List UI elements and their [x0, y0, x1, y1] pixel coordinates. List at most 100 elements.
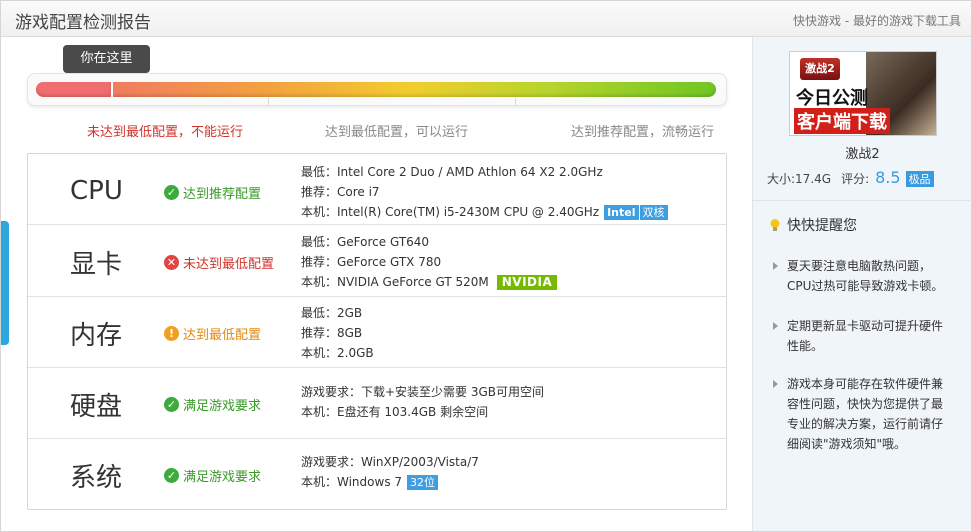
spec-line-text: 推荐：GeForce GTX 780: [301, 255, 442, 269]
category-label: 系统: [70, 463, 123, 493]
bits-badge: 32位: [407, 474, 439, 490]
tip-text: 夏天要注意电脑散热问题，CPU过热可能导致游戏卡顿。: [787, 259, 944, 293]
status-label: 满足游戏要求: [183, 470, 262, 485]
status-label: 未达到最低配置: [183, 257, 275, 272]
status-label: 满足游戏要求: [183, 399, 262, 414]
report-window: 游戏配置检测报告 快快游戏 - 最好的游戏下载工具 你在这里 未达到最低配置，不…: [0, 0, 972, 532]
page-title: 游戏配置检测报告: [15, 13, 151, 33]
game-logo: 激战2: [800, 58, 840, 80]
tips-title: 快快提醒您: [769, 215, 857, 235]
current-level-marker: [111, 80, 113, 99]
you-are-here-bubble: 你在这里: [63, 45, 150, 73]
game-name[interactable]: 激战2: [753, 143, 972, 162]
status-badge: ✓ 满足游戏要求: [164, 395, 261, 414]
spec-line-text: 游戏要求：WinXP/2003/Vista/7: [301, 455, 479, 469]
tip-text: 定期更新显卡驱动可提升硬件性能。: [787, 319, 944, 353]
bullet-arrow-icon: [773, 262, 778, 270]
status-badge: ! 达到最低配置: [164, 324, 261, 343]
side-feedback-tab[interactable]: [1, 221, 9, 345]
right-sidebar: 激战2 今日公测 客户端下载 激战2 大小:17.4G 评分: 8.5 极品 快…: [752, 37, 972, 531]
category-label: CPU: [70, 176, 123, 206]
spec-line: 本机：NVIDIA GeForce GT 520M NVIDIA: [301, 272, 558, 292]
rating-label: 评分:: [841, 172, 870, 186]
spec-table: CPU ✓ 达到推荐配置 最低：Intel Core 2 Duo / AMD A…: [27, 153, 727, 510]
spec-line: 游戏要求：下载+安装至少需要 3GB可用空间: [301, 382, 544, 402]
warning-icon: !: [164, 326, 179, 341]
spec-row-disk: 硬盘 ✓ 满足游戏要求 游戏要求：下载+安装至少需要 3GB可用空间 本机：E盘…: [28, 368, 726, 439]
spec-line: 本机：Intel(R) Core(TM) i5-2430M CPU @ 2.40…: [301, 202, 668, 222]
spec-line-text: 推荐：Core i7: [301, 185, 380, 199]
spec-row-cpu: CPU ✓ 达到推荐配置 最低：Intel Core 2 Duo / AMD A…: [28, 154, 726, 225]
spec-line: 推荐：8GB: [301, 323, 374, 343]
tip-item: 游戏本身可能存在软件硬件兼容性问题，快快为您提供了最专业的解决方案，运行前请仔细…: [773, 374, 953, 454]
category-label: 内存: [70, 321, 123, 351]
game-meta: 大小:17.4G 评分: 8.5 极品: [767, 168, 934, 187]
bullet-arrow-icon: [773, 380, 778, 388]
tips-title-label: 快快提醒您: [787, 218, 857, 234]
spec-row-gpu: 显卡 ✕ 未达到最低配置 最低：GeForce GT640 推荐：GeForce…: [28, 226, 726, 297]
cross-icon: ✕: [164, 255, 179, 270]
config-level-bar: [27, 73, 727, 106]
spec-line-text: 推荐：8GB: [301, 326, 363, 340]
level-tick: [515, 98, 516, 106]
spec-details: 最低：GeForce GT640 推荐：GeForce GTX 780 本机：N…: [301, 232, 558, 292]
ad-headline: 今日公测: [796, 88, 868, 109]
check-icon: ✓: [164, 185, 179, 200]
rating-value: 8.5: [875, 168, 901, 187]
bullet-arrow-icon: [773, 322, 778, 330]
level-label-minimum: 达到最低配置，可以运行: [325, 125, 469, 140]
status-badge: ✓ 达到推荐配置: [164, 183, 261, 202]
nvidia-logo: NVIDIA: [496, 274, 558, 290]
tip-item: 夏天要注意电脑散热问题，CPU过热可能导致游戏卡顿。: [773, 256, 953, 296]
status-badge: ✕ 未达到最低配置: [164, 253, 274, 272]
check-icon: ✓: [164, 468, 179, 483]
category-label: 显卡: [70, 250, 123, 280]
intel-badge: Intel: [604, 204, 639, 220]
game-ad-banner[interactable]: 激战2 今日公测 客户端下载: [789, 51, 937, 136]
status-label: 达到最低配置: [183, 328, 262, 343]
spec-line: 最低：GeForce GT640: [301, 232, 557, 252]
category-label: 硬盘: [70, 392, 123, 422]
spec-line-text: 本机：Intel(R) Core(TM) i5-2430M CPU @ 2.40…: [301, 205, 600, 219]
lightbulb-icon: [770, 218, 780, 231]
cores-badge: 双核: [639, 204, 668, 220]
spec-details: 游戏要求：下载+安装至少需要 3GB可用空间 本机：E盘还有 103.4GB 剩…: [301, 382, 544, 422]
spec-line-text: 游戏要求：下载+安装至少需要 3GB可用空间: [301, 385, 545, 399]
spec-line: 推荐：GeForce GTX 780: [301, 252, 557, 272]
divider: [753, 200, 972, 201]
rating-badge: 极品: [905, 171, 934, 187]
level-gradient-track: [36, 82, 716, 97]
spec-line: 最低：2GB: [301, 303, 374, 323]
status-label: 达到推荐配置: [183, 187, 262, 202]
spec-row-os: 系统 ✓ 满足游戏要求 游戏要求：WinXP/2003/Vista/7 本机：W…: [28, 439, 726, 510]
spec-line: 本机：2.0GB: [301, 343, 374, 363]
header-slogan[interactable]: 快快游戏 - 最好的游戏下载工具: [793, 12, 961, 29]
spec-line-text: 最低：Intel Core 2 Duo / AMD Athlon 64 X2 2…: [301, 165, 603, 179]
current-level-fill: [36, 82, 111, 97]
spec-line-text: 本机：E盘还有 103.4GB 剩余空间: [301, 405, 489, 419]
spec-line-text: 本机：2.0GB: [301, 346, 374, 360]
header-bar: 游戏配置检测报告 快快游戏 - 最好的游戏下载工具: [1, 1, 971, 37]
game-size: 大小:17.4G: [767, 172, 832, 186]
tip-item: 定期更新显卡驱动可提升硬件性能。: [773, 316, 953, 356]
spec-line: 游戏要求：WinXP/2003/Vista/7: [301, 452, 479, 472]
level-label-recommended: 达到推荐配置，流畅运行: [571, 125, 715, 140]
tip-text: 游戏本身可能存在软件硬件兼容性问题，快快为您提供了最专业的解决方案，运行前请仔细…: [787, 377, 944, 451]
spec-details: 最低：Intel Core 2 Duo / AMD Athlon 64 X2 2…: [301, 162, 668, 222]
status-badge: ✓ 满足游戏要求: [164, 466, 261, 485]
spec-line-text: 最低：2GB: [301, 306, 363, 320]
spec-details: 游戏要求：WinXP/2003/Vista/7 本机：Windows 7 32位: [301, 452, 479, 492]
spec-line-text: 本机：NVIDIA GeForce GT 520M: [301, 275, 489, 289]
ad-download-label: 客户端下载: [794, 108, 890, 134]
spec-line: 推荐：Core i7: [301, 182, 668, 202]
spec-line-text: 本机：Windows 7: [301, 475, 403, 489]
spec-line: 本机：Windows 7 32位: [301, 472, 479, 492]
level-tick: [268, 98, 269, 106]
spec-line: 最低：Intel Core 2 Duo / AMD Athlon 64 X2 2…: [301, 162, 668, 182]
check-icon: ✓: [164, 397, 179, 412]
level-label-fail: 未达到最低配置，不能运行: [87, 125, 244, 140]
spec-line-text: 最低：GeForce GT640: [301, 235, 430, 249]
spec-line: 本机：E盘还有 103.4GB 剩余空间: [301, 402, 544, 422]
spec-details: 最低：2GB 推荐：8GB 本机：2.0GB: [301, 303, 374, 363]
spec-row-memory: 内存 ! 达到最低配置 最低：2GB 推荐：8GB 本机：2.0GB: [28, 297, 726, 368]
